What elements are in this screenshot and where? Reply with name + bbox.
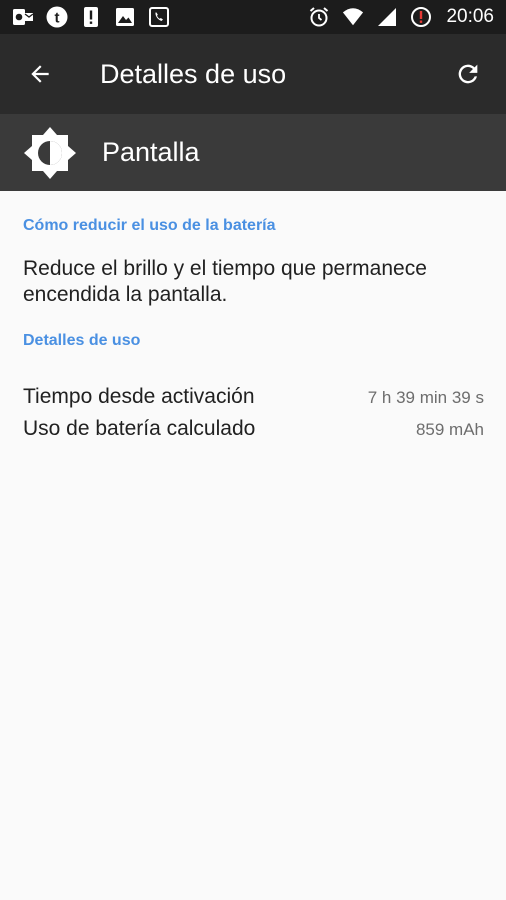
usage-section: Detalles de uso Tiempo desde activación …	[0, 308, 506, 449]
arrow-back-icon	[31, 65, 49, 83]
status-bar-notifications: t	[12, 6, 170, 28]
app-name: Pantalla	[102, 137, 200, 167]
tips-section: Cómo reducir el uso de la batería Reduce…	[0, 191, 506, 308]
usage-row-time: Tiempo desde activación 7 h 39 min 39 s	[0, 385, 506, 417]
usage-list: Tiempo desde activación 7 h 39 min 39 s …	[0, 385, 506, 449]
usage-value: 859 mAh	[415, 420, 484, 439]
status-bar: t 20:06	[0, 0, 506, 34]
svg-text:t: t	[55, 10, 60, 27]
alert-icon	[80, 6, 102, 28]
refresh-button[interactable]	[448, 54, 488, 94]
usage-value: 7 h 39 min 39 s	[367, 388, 484, 407]
usage-heading: Detalles de uso	[23, 332, 141, 349]
status-bar-system: 20:06	[308, 6, 494, 28]
usage-label: Tiempo desde activación	[23, 385, 255, 408]
page-title: Detalles de uso	[100, 58, 287, 89]
signal-icon	[376, 6, 398, 28]
app-header: Pantalla	[0, 114, 506, 191]
usage-row-battery: Uso de batería calculado 859 mAh	[0, 417, 506, 449]
tips-heading: Cómo reducir el uso de la batería	[23, 217, 276, 234]
image-icon	[114, 6, 136, 28]
back-button[interactable]	[20, 54, 60, 94]
battery-alert-icon	[410, 6, 432, 28]
toolbar: Detalles de uso	[0, 34, 506, 114]
clock: 20:06	[446, 6, 494, 27]
phone-app-icon	[148, 6, 170, 28]
brightness-icon	[24, 126, 76, 179]
refresh-icon	[458, 64, 478, 84]
tumblr-icon: t	[46, 6, 68, 28]
usage-label: Uso de batería calculado	[23, 417, 256, 440]
alarm-icon	[308, 6, 330, 28]
tips-text: Reduce el brillo y el tiempo que permane…	[23, 257, 427, 306]
wifi-icon	[342, 6, 364, 28]
outlook-icon	[12, 6, 34, 28]
